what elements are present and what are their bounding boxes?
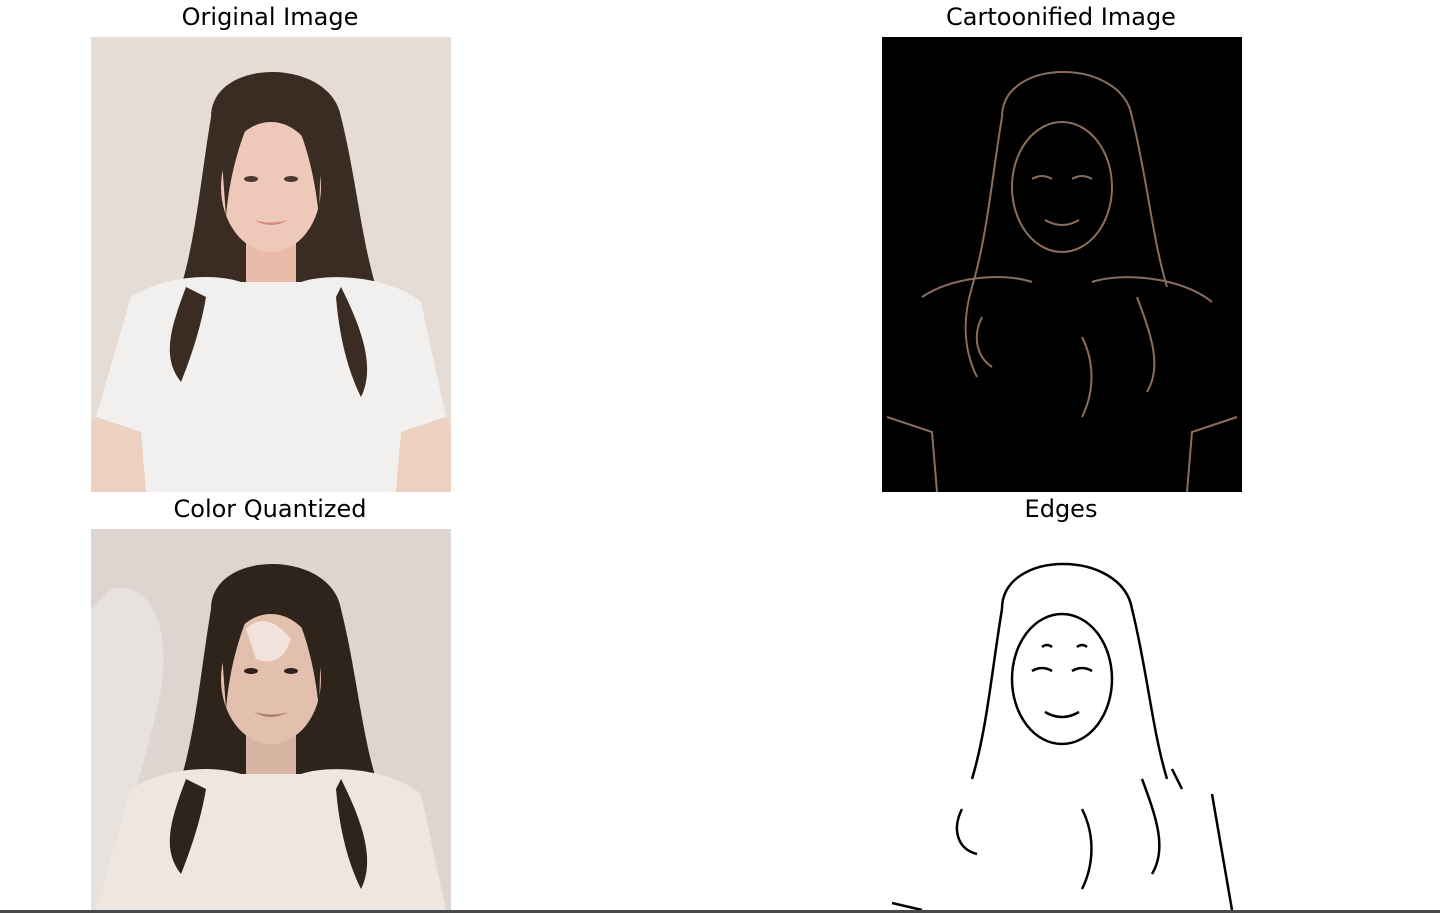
panel-title-cartoonified: Cartoonified Image [946, 3, 1176, 31]
panel-title-original: Original Image [181, 3, 359, 31]
edges-image [882, 529, 1242, 910]
color-quantized-image [91, 529, 451, 910]
panel-title-edges: Edges [1024, 495, 1098, 523]
original-image [91, 37, 451, 492]
cartoonified-image [882, 37, 1242, 492]
panel-title-color-quantized: Color Quantized [173, 495, 367, 523]
